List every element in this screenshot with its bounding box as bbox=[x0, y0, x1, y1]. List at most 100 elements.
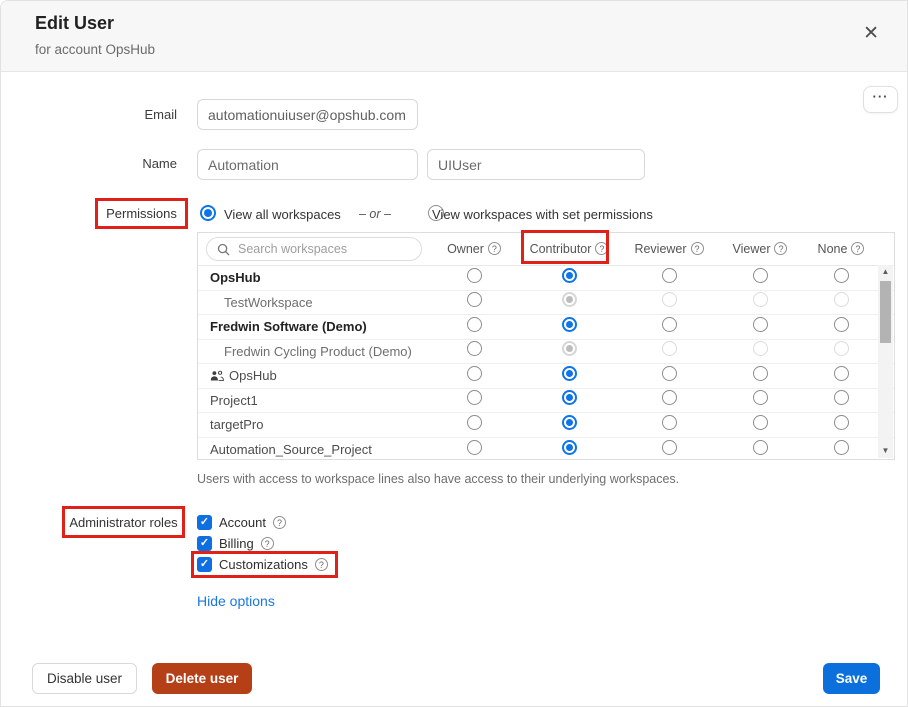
help-icon[interactable]: ? bbox=[851, 242, 864, 255]
radio-reviewer[interactable] bbox=[662, 268, 677, 283]
permissions-label: Permissions bbox=[106, 206, 177, 221]
radio-reviewer[interactable] bbox=[662, 366, 677, 381]
delete-user-button[interactable]: Delete user bbox=[152, 663, 252, 694]
radio-viewer[interactable] bbox=[753, 366, 768, 381]
radio-owner[interactable] bbox=[467, 415, 482, 430]
customizations-label: Customizations bbox=[219, 557, 308, 572]
dialog-header: Edit User for account OpsHub ✕ bbox=[1, 1, 907, 72]
help-icon[interactable]: ? bbox=[315, 558, 328, 571]
radio-none[interactable] bbox=[834, 268, 849, 283]
radio-contributor[interactable] bbox=[562, 317, 577, 332]
email-field[interactable] bbox=[197, 99, 418, 130]
checkbox-customizations-checked[interactable]: ✓ bbox=[197, 557, 212, 572]
name-label: Name bbox=[97, 156, 177, 171]
close-icon[interactable]: ✕ bbox=[863, 23, 879, 45]
radio-none[interactable] bbox=[834, 366, 849, 381]
workspace-rows: OpsHub TestWorkspace Fredwin Software (Dem… bbox=[198, 266, 894, 462]
table-scrollbar[interactable]: ▲ ▼ bbox=[878, 265, 893, 458]
dialog-subtitle: for account OpsHub bbox=[35, 42, 155, 57]
radio-contributor[interactable] bbox=[562, 440, 577, 455]
radio-owner[interactable] bbox=[467, 292, 482, 307]
admin-role-customizations: ✓ Customizations ? bbox=[197, 557, 328, 572]
table-row: TestWorkspace bbox=[198, 291, 894, 316]
table-row: OpsHub bbox=[198, 266, 894, 291]
edit-user-dialog: Edit User for account OpsHub ✕ ··· Email… bbox=[0, 0, 908, 707]
radio-none[interactable] bbox=[834, 317, 849, 332]
checkbox-billing-checked[interactable]: ✓ bbox=[197, 536, 212, 551]
radio-owner[interactable] bbox=[467, 341, 482, 356]
first-name-field[interactable] bbox=[197, 149, 418, 180]
radio-viewer bbox=[753, 341, 768, 356]
radio-viewer[interactable] bbox=[753, 415, 768, 430]
table-row: OpsHub bbox=[198, 364, 894, 389]
radio-viewer[interactable] bbox=[753, 317, 768, 332]
workspace-name: targetPro bbox=[198, 417, 431, 432]
disable-user-button[interactable]: Disable user bbox=[32, 663, 137, 694]
search-input[interactable] bbox=[236, 241, 421, 257]
administrator-roles-label: Administrator roles bbox=[69, 515, 177, 530]
workspace-search[interactable] bbox=[206, 237, 422, 261]
save-button[interactable]: Save bbox=[823, 663, 880, 694]
email-label: Email bbox=[97, 107, 177, 122]
scroll-up-icon[interactable]: ▲ bbox=[878, 265, 893, 279]
radio-viewer[interactable] bbox=[753, 390, 768, 405]
radio-none[interactable] bbox=[834, 390, 849, 405]
view-all-workspaces-label: View all workspaces bbox=[224, 207, 341, 222]
radio-reviewer[interactable] bbox=[662, 390, 677, 405]
radio-owner[interactable] bbox=[467, 268, 482, 283]
radio-owner[interactable] bbox=[467, 440, 482, 455]
help-icon[interactable]: ? bbox=[595, 242, 608, 255]
hide-options-link[interactable]: Hide options bbox=[197, 593, 275, 609]
radio-reviewer bbox=[662, 292, 677, 307]
radio-viewer bbox=[753, 292, 768, 307]
radio-reviewer[interactable] bbox=[662, 317, 677, 332]
team-icon bbox=[210, 370, 224, 382]
radio-viewer[interactable] bbox=[753, 268, 768, 283]
help-icon[interactable]: ? bbox=[488, 242, 501, 255]
more-options-button[interactable]: ··· bbox=[863, 86, 898, 113]
table-row: Fredwin Cycling Product (Demo) bbox=[198, 340, 894, 365]
radio-contributor bbox=[562, 292, 577, 307]
radio-reviewer[interactable] bbox=[662, 440, 677, 455]
last-name-field[interactable] bbox=[427, 149, 645, 180]
workspace-name: Fredwin Software (Demo) bbox=[198, 319, 431, 334]
help-icon[interactable]: ? bbox=[273, 516, 286, 529]
radio-viewer[interactable] bbox=[753, 440, 768, 455]
or-separator: – or – bbox=[359, 207, 391, 221]
help-icon[interactable]: ? bbox=[691, 242, 704, 255]
radio-view-all-workspaces[interactable] bbox=[200, 205, 216, 221]
scrollbar-thumb[interactable] bbox=[880, 281, 891, 343]
workspace-name: Fredwin Cycling Product (Demo) bbox=[198, 344, 431, 359]
table-row: Automation_Source_Project bbox=[198, 438, 894, 463]
admin-role-billing: ✓ Billing ? bbox=[197, 536, 274, 551]
radio-contributor[interactable] bbox=[562, 366, 577, 381]
workspace-name: Automation_Source_Project bbox=[198, 442, 431, 457]
annotation-box-permissions: Permissions bbox=[95, 198, 188, 229]
help-icon[interactable]: ? bbox=[774, 242, 787, 255]
radio-none[interactable] bbox=[834, 415, 849, 430]
radio-owner[interactable] bbox=[467, 366, 482, 381]
workspace-name: OpsHub bbox=[198, 368, 431, 383]
table-row: targetPro bbox=[198, 413, 894, 438]
radio-owner[interactable] bbox=[467, 317, 482, 332]
radio-contributor bbox=[562, 341, 577, 356]
table-footnote: Users with access to workspace lines als… bbox=[197, 472, 679, 486]
radio-none bbox=[834, 341, 849, 356]
scroll-down-icon[interactable]: ▼ bbox=[878, 444, 893, 458]
radio-none[interactable] bbox=[834, 440, 849, 455]
annotation-box-administrator-roles: Administrator roles bbox=[62, 506, 185, 538]
workspace-permissions-table: Owner? Contributor? Reviewer? Viewer? No… bbox=[197, 232, 895, 460]
radio-contributor[interactable] bbox=[562, 415, 577, 430]
column-header-owner: Owner? bbox=[431, 242, 517, 256]
radio-contributor[interactable] bbox=[562, 268, 577, 283]
help-icon[interactable]: ? bbox=[261, 537, 274, 550]
radio-reviewer[interactable] bbox=[662, 415, 677, 430]
account-label: Account bbox=[219, 515, 266, 530]
workspace-name: Project1 bbox=[198, 393, 431, 408]
column-header-none: None? bbox=[803, 242, 879, 256]
workspace-name: OpsHub bbox=[198, 270, 431, 285]
workspace-name: TestWorkspace bbox=[198, 295, 431, 310]
checkbox-account-checked[interactable]: ✓ bbox=[197, 515, 212, 530]
radio-owner[interactable] bbox=[467, 390, 482, 405]
radio-contributor[interactable] bbox=[562, 390, 577, 405]
